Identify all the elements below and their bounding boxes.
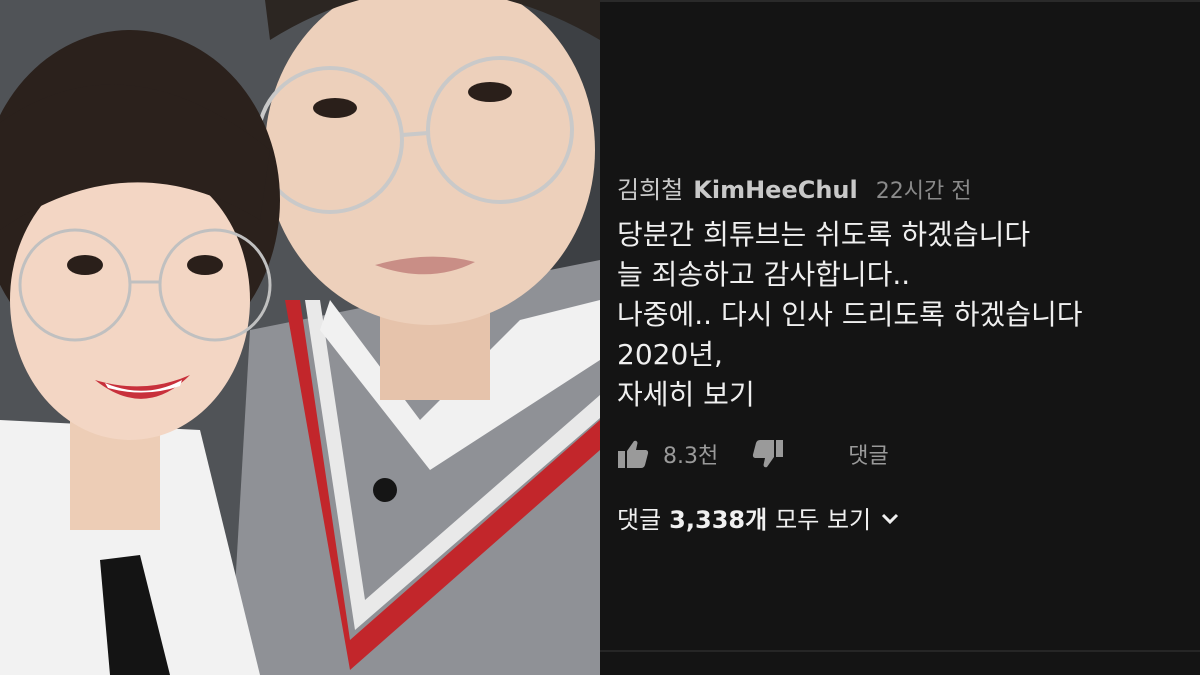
- comment-body: 당분간 희튜브는 쉬도록 하겠습니다 늘 죄송하고 감사합니다.. 나중에.. …: [617, 215, 1197, 415]
- author-handle[interactable]: KimHeeChul: [693, 176, 857, 204]
- comment-line: 늘 죄송하고 감사합니다..: [617, 258, 911, 291]
- like-button[interactable]: 8.3천: [617, 438, 718, 470]
- thumbs-up-icon: [618, 440, 649, 468]
- comment-line: 당분간 희튜브는 쉬도록 하겠습니다: [617, 218, 1031, 251]
- reply-button[interactable]: 댓글: [848, 438, 888, 470]
- comment-actions: 8.3천 댓글: [617, 438, 889, 470]
- read-more-link[interactable]: 자세히 보기: [617, 375, 1197, 415]
- divider-top: [600, 0, 1200, 2]
- comment-line: 나중에.. 다시 인사 드리도록 하겠습니다: [617, 298, 1083, 331]
- view-all-replies-button[interactable]: 댓글 3,338개 모두 보기: [617, 500, 901, 535]
- comment-line: 2020년,: [617, 338, 723, 371]
- divider-bottom: [600, 650, 1200, 652]
- author-name[interactable]: 김희철: [617, 170, 683, 205]
- photo-illustration: [0, 0, 600, 675]
- dislike-button[interactable]: [752, 439, 784, 469]
- like-count: 8.3천: [663, 444, 719, 469]
- replies-count: 3,338개: [669, 506, 768, 534]
- comment-header: 김희철 KimHeeChul 22시간 전: [617, 170, 971, 205]
- comment-timestamp[interactable]: 22시간 전: [876, 173, 972, 205]
- replies-view-all-label: 모두 보기: [775, 506, 872, 534]
- thumbs-down-icon: [753, 440, 784, 468]
- selfie-photo: [0, 0, 600, 675]
- chevron-down-icon: [882, 513, 899, 524]
- replies-label: 댓글: [617, 506, 662, 534]
- comment-panel: 김희철 KimHeeChul 22시간 전 당분간 희튜브는 쉬도록 하겠습니다…: [600, 0, 1200, 675]
